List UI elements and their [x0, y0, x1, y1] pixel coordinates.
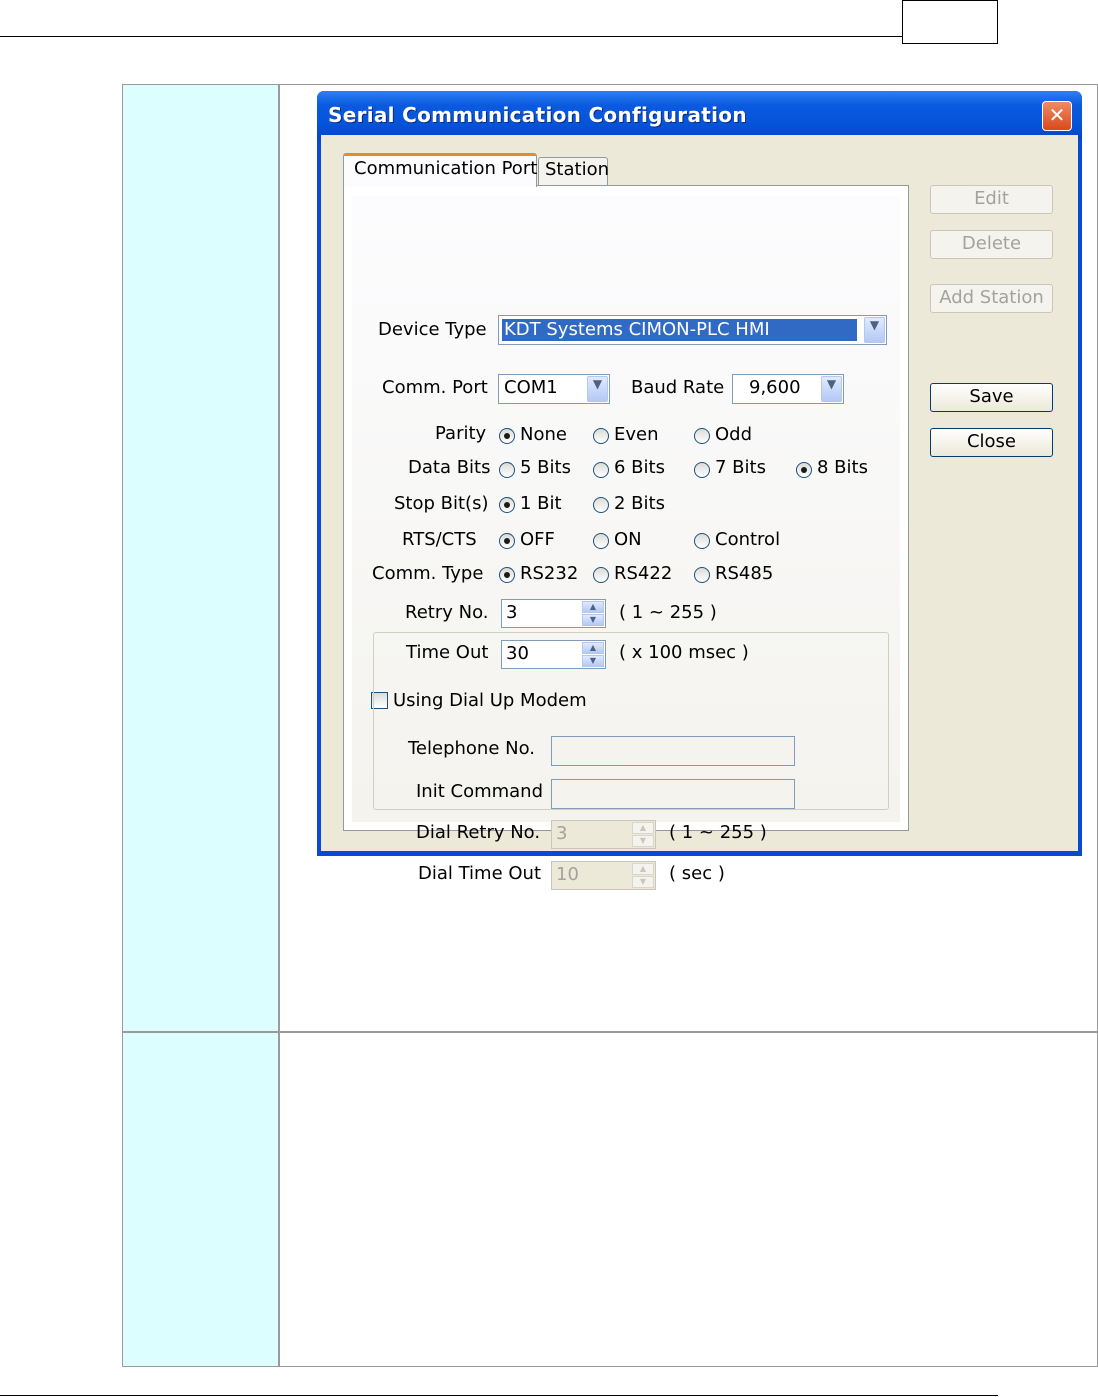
- data-bits-8-label: 8 Bits: [817, 457, 868, 478]
- device-type-select[interactable]: KDT Systems CIMON-PLC HMI ▼: [498, 315, 887, 345]
- tab-label: Station: [545, 159, 609, 180]
- tab-label: Communication Port: [354, 158, 538, 179]
- parity-none-label: None: [520, 424, 567, 445]
- spin-down-icon[interactable]: ▼: [582, 614, 604, 626]
- delete-button[interactable]: Delete: [930, 230, 1053, 259]
- init-command-field[interactable]: [551, 779, 795, 809]
- rts-cts-label: RTS/CTS: [402, 529, 477, 550]
- baud-rate-value: 9,600: [749, 377, 801, 398]
- rts-cts-off-radio[interactable]: [499, 533, 515, 549]
- dial-retry-no-hint: ( 1 ~ 255 ): [669, 822, 767, 843]
- parity-even-radio[interactable]: [593, 428, 609, 444]
- spin-up-icon[interactable]: ▲: [632, 822, 654, 834]
- parity-even-label: Even: [614, 424, 659, 445]
- comm-type-rs485-label: RS485: [715, 563, 774, 584]
- dial-time-out-hint: ( sec ): [669, 863, 725, 884]
- comm-type-rs232-label: RS232: [520, 563, 579, 584]
- device-type-value: KDT Systems CIMON-PLC HMI: [502, 319, 857, 341]
- chevron-down-icon[interactable]: ▼: [821, 376, 842, 402]
- rts-cts-control-label: Control: [715, 529, 781, 550]
- comm-type-rs485-radio[interactable]: [694, 567, 710, 583]
- dial-retry-no-label: Dial Retry No.: [416, 822, 541, 843]
- dialog-title-bar[interactable]: Serial Communication Configuration ✕: [317, 91, 1082, 139]
- table-row-1-label-cell: [123, 85, 280, 1031]
- close-button[interactable]: Close: [930, 428, 1053, 457]
- footer-rule: [0, 1395, 998, 1396]
- telephone-no-label: Telephone No.: [408, 738, 536, 759]
- rts-cts-control-radio[interactable]: [694, 533, 710, 549]
- spin-up-icon[interactable]: ▲: [632, 863, 654, 875]
- data-bits-5-radio[interactable]: [499, 462, 515, 478]
- rts-cts-on-label: ON: [614, 529, 642, 550]
- comm-type-label: Comm. Type: [372, 563, 484, 584]
- retry-no-value: 3: [506, 602, 518, 623]
- data-bits-label: Data Bits: [408, 457, 491, 478]
- page-number-box: [902, 0, 998, 44]
- parity-none-radio[interactable]: [499, 428, 515, 444]
- table-row-2-label-cell: [123, 1033, 280, 1366]
- device-type-label: Device Type: [378, 319, 487, 340]
- dial-retry-no-spinner[interactable]: 3 ▲ ▼: [551, 820, 656, 849]
- stop-bits-1-label: 1 Bit: [520, 493, 562, 514]
- baud-rate-label: Baud Rate: [631, 377, 725, 398]
- dial-time-out-value: 10: [556, 864, 579, 885]
- retry-no-hint: ( 1 ~ 255 ): [619, 602, 717, 623]
- comm-type-rs422-label: RS422: [614, 563, 673, 584]
- comm-type-rs422-radio[interactable]: [593, 567, 609, 583]
- edit-button[interactable]: Edit: [930, 185, 1053, 214]
- close-icon[interactable]: ✕: [1042, 101, 1072, 131]
- comm-type-rs232-radio[interactable]: [499, 567, 515, 583]
- parity-odd-label: Odd: [715, 424, 753, 445]
- add-station-button[interactable]: Add Station: [930, 284, 1053, 313]
- retry-no-label: Retry No.: [405, 602, 489, 623]
- serial-communication-dialog: Serial Communication Configuration ✕ Com…: [317, 91, 1082, 890]
- dial-time-out-spinner[interactable]: 10 ▲ ▼: [551, 861, 656, 890]
- rts-cts-off-label: OFF: [520, 529, 555, 550]
- data-bits-7-radio[interactable]: [694, 462, 710, 478]
- init-command-label: Init Command: [416, 781, 544, 802]
- rts-cts-on-radio[interactable]: [593, 533, 609, 549]
- stop-bits-2-label: 2 Bits: [614, 493, 665, 514]
- dialog-title: Serial Communication Configuration: [328, 103, 747, 127]
- comm-port-label: Comm. Port: [382, 377, 488, 398]
- dialog-client-area: Communication Port Station Device Type K…: [321, 135, 1078, 890]
- stop-bits-label: Stop Bit(s): [394, 493, 489, 514]
- tab-communication-port[interactable]: Communication Port: [343, 153, 537, 187]
- data-bits-7-label: 7 Bits: [715, 457, 766, 478]
- dial-retry-no-value: 3: [556, 823, 568, 844]
- chevron-down-icon[interactable]: ▼: [587, 376, 608, 402]
- telephone-no-field[interactable]: [551, 736, 795, 766]
- stop-bits-2-radio[interactable]: [593, 497, 609, 513]
- baud-rate-select[interactable]: 9,600 ▼: [732, 374, 844, 404]
- header-rule: [0, 36, 902, 37]
- data-bits-5-label: 5 Bits: [520, 457, 571, 478]
- data-bits-8-radio[interactable]: [796, 462, 812, 478]
- spin-down-icon[interactable]: ▼: [632, 876, 654, 888]
- parity-label: Parity: [435, 423, 487, 444]
- parity-odd-radio[interactable]: [694, 428, 710, 444]
- comm-port-value: COM1: [504, 377, 558, 398]
- data-bits-6-radio[interactable]: [593, 462, 609, 478]
- retry-no-spinner[interactable]: 3 ▲ ▼: [501, 599, 606, 628]
- data-bits-6-label: 6 Bits: [614, 457, 665, 478]
- spin-down-icon[interactable]: ▼: [632, 835, 654, 847]
- dial-time-out-label: Dial Time Out: [418, 863, 542, 884]
- stop-bits-1-radio[interactable]: [499, 497, 515, 513]
- spin-up-icon[interactable]: ▲: [582, 601, 604, 613]
- comm-port-select[interactable]: COM1 ▼: [498, 374, 610, 404]
- chevron-down-icon[interactable]: ▼: [864, 317, 885, 343]
- tab-station[interactable]: Station: [538, 157, 609, 185]
- save-button[interactable]: Save: [930, 383, 1053, 412]
